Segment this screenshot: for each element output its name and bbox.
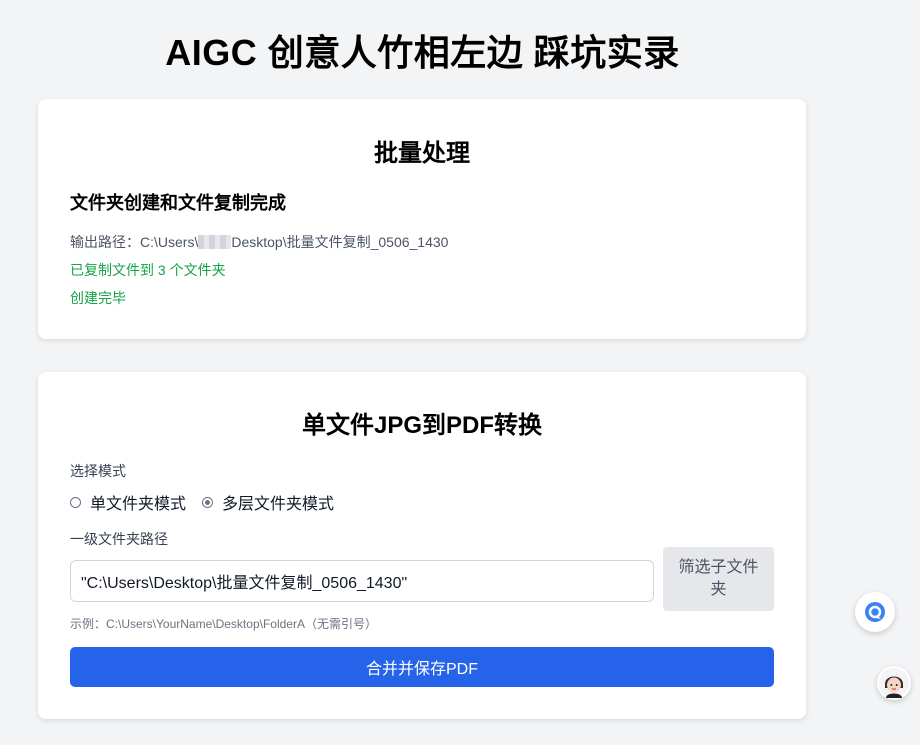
output-path-label: 输出路径：	[70, 234, 140, 250]
page-title: AIGC 创意人竹相左边 踩坑实录	[165, 32, 680, 73]
mode-option-single-label: 单文件夹模式	[90, 496, 187, 513]
folder-path-label: 一级文件夹路径	[70, 531, 168, 547]
merge-save-pdf-button[interactable]: 合并并保存PDF	[70, 647, 774, 687]
batch-processing-card: 批量处理 文件夹创建和文件复制完成 输出路径：C:\Users\ Desktop\…	[38, 99, 806, 339]
convert-card-title: 单文件JPG到PDF转换	[301, 412, 543, 439]
mode-option-multi-label: 多层文件夹模式	[222, 496, 335, 513]
batch-card-title: 批量处理	[374, 140, 470, 167]
chat-assistant-button[interactable]	[855, 592, 895, 632]
status-heading: 文件夹创建和文件复制完成	[70, 193, 286, 213]
radio-single[interactable]	[70, 496, 81, 508]
done-status: 创建完毕	[70, 290, 126, 306]
mode-label: 选择模式	[70, 463, 126, 479]
path-example-hint: 示例：C:\Users\YourName\Desktop\FolderA（无需引…	[70, 617, 377, 631]
chat-assistant-icon	[865, 602, 885, 622]
output-path: 输出路径：C:\Users\ Desktop\批量文件复制_0506_1430	[70, 232, 448, 252]
output-path-suffix: Desktop\批量文件复制_0506_1430	[231, 234, 449, 250]
avatar-icon	[879, 668, 909, 698]
user-avatar-button[interactable]	[877, 666, 911, 700]
jpg-to-pdf-card: 单文件JPG到PDF转换 选择模式 单文件夹模式 多层文件夹模式 一级文件夹路径…	[38, 372, 806, 719]
copied-status: 已复制文件到 3 个文件夹	[70, 262, 226, 278]
radio-multi[interactable]	[202, 496, 214, 508]
mode-option-single[interactable]: 单文件夹模式	[70, 490, 186, 514]
mode-radio-group: 单文件夹模式 多层文件夹模式	[70, 490, 350, 514]
mode-option-multi[interactable]: 多层文件夹模式	[202, 490, 334, 514]
folder-path-input[interactable]	[70, 560, 654, 602]
redacted-username	[198, 235, 232, 249]
filter-subfolders-button[interactable]: 筛选子文件夹	[663, 547, 774, 611]
output-path-prefix: C:\Users\	[140, 234, 199, 250]
